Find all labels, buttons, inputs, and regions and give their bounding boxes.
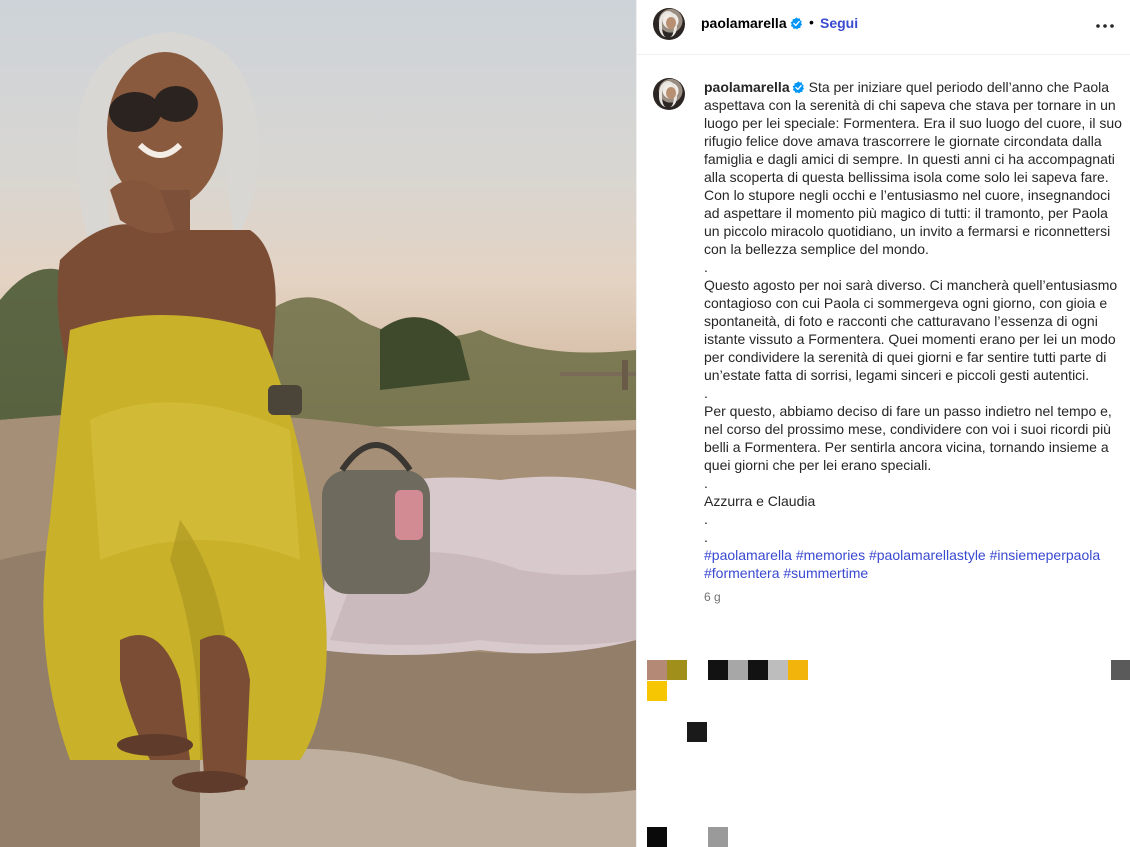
avatar-face [666,87,676,99]
hashtag-link[interactable]: #paolamarella [704,547,792,563]
emoji-placeholder [687,722,707,742]
hashtag-list: #paolamarella #memories #paolamarellasty… [704,546,1124,582]
caption-text: Sta per iniziare quel periodo dell’anno … [704,79,1122,257]
caption-paragraph: Per questo, abbiamo deciso di fare un pa… [704,403,1112,473]
hashtag-link[interactable]: #summertime [783,565,868,581]
caption-paragraph: paolamarella Sta per iniziare quel period… [704,78,1124,258]
emoji-placeholder [728,660,748,680]
verified-badge-icon [790,17,803,30]
post-timestamp[interactable]: 6 g [704,590,721,604]
emoji-placeholder [768,660,788,680]
emoji-placeholder [748,660,768,680]
verified-badge-icon [792,81,804,94]
caption-dot: . [704,259,708,275]
caption-dot: . [704,511,708,527]
post-caption: paolamarella Sta per iniziare quel period… [704,78,1124,582]
hashtag-link[interactable]: #memories [796,547,865,563]
emoji-placeholder [1111,660,1130,680]
emoji-placeholder [708,827,728,847]
follow-button[interactable]: Segui [820,15,858,31]
emoji-placeholder [667,660,687,680]
hashtag-link[interactable]: #insiemeperpaola [990,547,1101,563]
header-separator: • [809,14,814,30]
caption-dot: . [704,385,708,401]
caption-paragraph: Questo agosto per noi sarà diverso. Ci m… [704,277,1118,383]
caption-username[interactable]: paolamarella [704,79,790,95]
emoji-placeholder [647,827,667,847]
hashtag-link[interactable]: #formentera [704,565,779,581]
post-header: paolamarella • Segui [637,0,1130,55]
author-username[interactable]: paolamarella [701,15,787,31]
avatar-face [666,17,676,29]
caption-signature: Azzurra e Claudia [704,493,816,509]
caption-dot: . [704,529,708,545]
emoji-placeholder [708,660,728,680]
photo-scene [0,32,636,847]
emoji-placeholder [788,660,808,680]
more-options-button[interactable] [1093,14,1117,38]
hashtag-link[interactable]: #paolamarellastyle [869,547,986,563]
caption-dot: . [704,475,708,491]
author-avatar[interactable] [653,8,685,40]
post-photo[interactable] [0,0,636,847]
post-sidebar: paolamarella • Segui paolamarella Sta per… [636,0,1130,847]
caption-avatar[interactable] [653,78,685,110]
more-options-icon [1096,24,1114,28]
emoji-placeholder [647,660,667,680]
emoji-placeholder [647,681,667,701]
